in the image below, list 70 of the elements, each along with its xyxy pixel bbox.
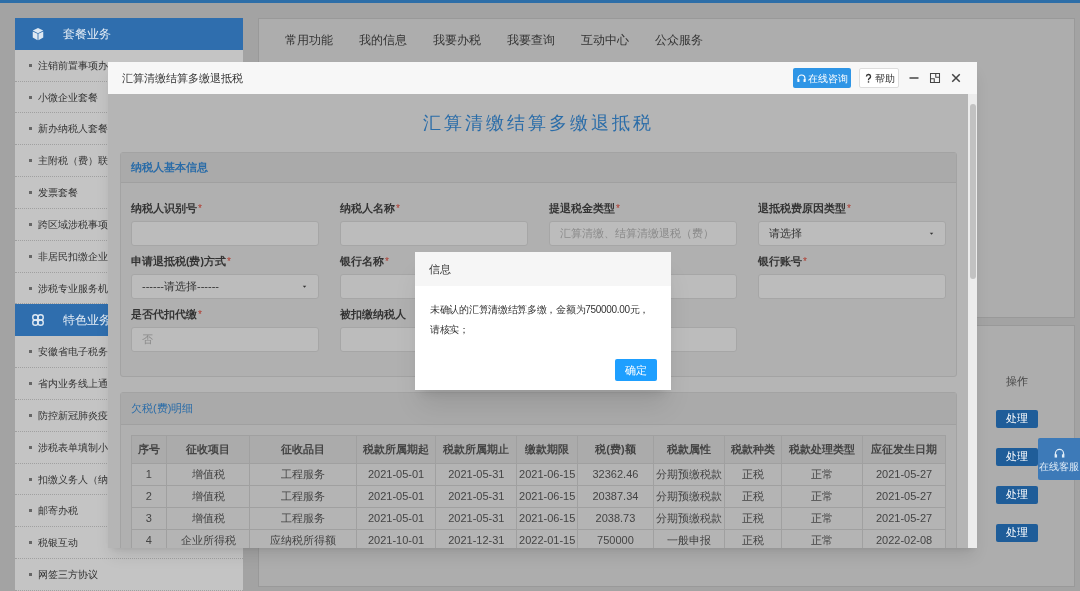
field-label: 银行名称	[340, 253, 384, 269]
column-header: 税款所属期起	[356, 435, 436, 464]
table-cell: 2021-05-31	[435, 485, 517, 508]
table-cell: 正常	[781, 485, 863, 508]
page-heading: 汇算清缴结算多缴退抵税	[422, 112, 655, 135]
column-header: 序号	[131, 435, 167, 464]
table-cell: 正税	[724, 463, 782, 486]
column-header: 征收项目	[166, 435, 250, 464]
panel-title: 纳税人基本信息	[131, 160, 208, 176]
required-mark: *	[396, 202, 400, 216]
table-cell: 2021-05-01	[356, 485, 436, 508]
panel-title: 欠税(费)明细	[131, 401, 194, 417]
table-cell: 增值税	[166, 463, 250, 486]
field-label: 退抵税费原因类型	[758, 200, 846, 216]
required-mark: *	[385, 255, 389, 269]
table-cell: 2021-06-15	[516, 463, 578, 486]
table-cell: 分期预缴税款	[653, 463, 725, 486]
table-cell: 2021-05-27	[862, 463, 946, 486]
field-label: 申请退抵税(费)方式	[131, 253, 226, 269]
table-cell: 2021-05-01	[356, 463, 436, 486]
table-cell: 3	[131, 507, 167, 530]
table-cell: 2022-01-15	[516, 529, 578, 548]
table-cell: 1	[131, 463, 167, 486]
table-cell: 增值税	[166, 507, 250, 530]
table-cell: 工程服务	[249, 485, 357, 508]
column-header: 征收品目	[249, 435, 357, 464]
required-mark: *	[198, 308, 202, 322]
column-header: 缴款期限	[516, 435, 578, 464]
table-cell: 工程服务	[249, 507, 357, 530]
window-title: 汇算清缴结算多缴退抵税	[122, 70, 244, 86]
dialog-title: 信息	[429, 261, 451, 277]
required-mark: *	[198, 202, 202, 216]
table-cell: 32362.46	[577, 463, 654, 486]
required-mark: *	[847, 202, 851, 216]
column-header: 税(费)额	[577, 435, 654, 464]
table-cell: 正常	[781, 507, 863, 530]
table-cell: 2038.73	[577, 507, 654, 530]
column-header: 税款属性	[653, 435, 725, 464]
dialog-message: 未确认的汇算清缴结算多缴，金额为750000.00元，请核实；	[430, 303, 651, 337]
table-cell: 正常	[781, 463, 863, 486]
field-label: 银行账号	[758, 253, 802, 269]
table-cell: 20387.34	[577, 485, 654, 508]
column-header: 税款种类	[724, 435, 782, 464]
column-header: 应征发生日期	[862, 435, 946, 464]
column-header: 操作	[1006, 374, 1028, 389]
column-header: 税款处理类型	[781, 435, 863, 464]
table-cell: 正税	[724, 485, 782, 508]
required-mark: *	[616, 202, 620, 216]
field-label: 纳税人名称	[340, 200, 395, 216]
table-cell: 分期预缴税款	[653, 485, 725, 508]
table-cell: 正税	[724, 507, 782, 530]
table-cell: 2021-06-15	[516, 507, 578, 530]
table-cell: 分期预缴税款	[653, 507, 725, 530]
required-mark: *	[227, 255, 231, 269]
required-mark: *	[803, 255, 807, 269]
field-label: 被扣缴纳税人	[340, 306, 406, 322]
table-cell: 2021-06-15	[516, 485, 578, 508]
table-cell: 工程服务	[249, 463, 357, 486]
table-cell: 2021-05-31	[435, 507, 517, 530]
table-cell: 2021-05-27	[862, 485, 946, 508]
table-cell: 2	[131, 485, 167, 508]
table-cell: 2021-05-31	[435, 463, 517, 486]
table-cell: 增值税	[166, 485, 250, 508]
field-label: 纳税人识别号	[131, 200, 197, 216]
column-header: 税款所属期止	[435, 435, 517, 464]
field-label: 提退税金类型	[549, 200, 615, 216]
table-cell: 2021-05-01	[356, 507, 436, 530]
field-label: 是否代扣代缴	[131, 306, 197, 322]
table-cell: 4	[131, 529, 167, 548]
table-cell: 2021-05-27	[862, 507, 946, 530]
